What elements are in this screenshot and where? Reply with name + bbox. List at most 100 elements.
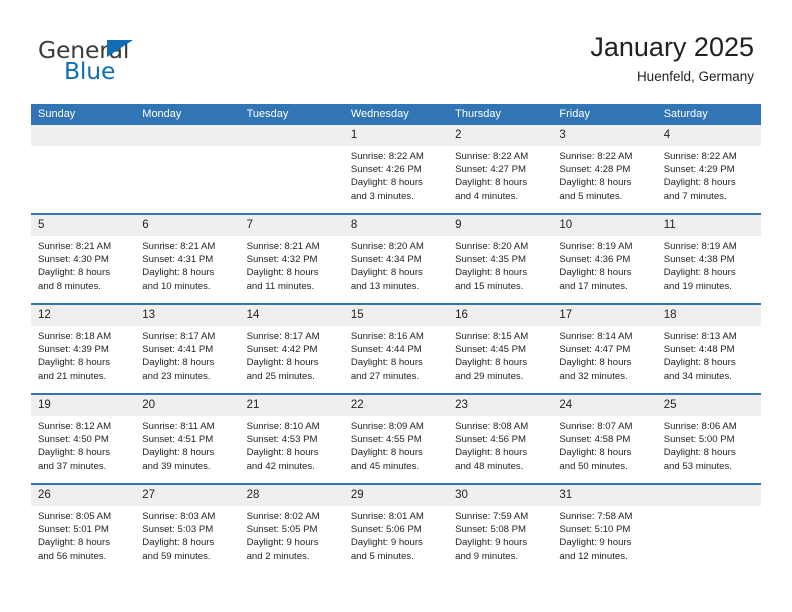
daylight-text-line2: and 29 minutes.	[455, 370, 524, 382]
day-details: Sunrise: 8:14 AM Sunset: 4:47 PM Daylight:…	[552, 326, 656, 383]
day-details: Sunrise: 8:16 AM Sunset: 4:44 PM Daylight:…	[344, 326, 448, 383]
sunrise-text: Sunrise: 8:21 AM	[38, 241, 112, 252]
day-details: Sunrise: 8:22 AM Sunset: 4:29 PM Daylight:…	[657, 146, 761, 203]
sunrise-text: Sunrise: 8:20 AM	[455, 241, 529, 252]
day-number	[135, 125, 240, 146]
daylight-text-line1: Daylight: 8 hours	[455, 357, 528, 369]
calendar-day-cell[interactable]: 6 Sunrise: 8:21 AM Sunset: 4:31 PM Daylight…	[135, 213, 240, 304]
daylight-text-line2: and 34 minutes.	[663, 370, 732, 382]
calendar-day-cell[interactable]: 29 Sunrise: 8:01 AM Sunset: 5:06 PM Dayligh…	[343, 483, 449, 573]
calendar-day-cell[interactable]: 11 Sunrise: 8:19 AM Sunset: 4:38 PM Dayligh…	[656, 213, 761, 304]
page-header: General Blue January 2025 Huenfeld, Germ…	[0, 0, 792, 100]
calendar-day-cell[interactable]: 19 Sunrise: 8:12 AM Sunset: 4:50 PM Dayligh…	[31, 393, 136, 484]
calendar-day-cell[interactable]: 25 Sunrise: 8:06 AM Sunset: 5:00 PM Dayligh…	[656, 393, 761, 484]
daylight-text-line2: and 32 minutes.	[559, 370, 628, 382]
day-details: Sunrise: 8:07 AM Sunset: 4:58 PM Daylight:…	[552, 416, 656, 473]
sunrise-text: Sunrise: 8:19 AM	[559, 241, 633, 252]
calendar-day-cell[interactable]: 1 Sunrise: 8:22 AM Sunset: 4:26 PM Daylight…	[343, 125, 449, 214]
calendar-day-cell[interactable]: 30 Sunrise: 7:59 AM Sunset: 5:08 PM Dayligh…	[448, 483, 553, 573]
logo-text-blue: Blue	[64, 57, 116, 85]
day-details: Sunrise: 8:18 AM Sunset: 4:39 PM Daylight:…	[31, 326, 135, 383]
calendar-day-cell[interactable]: 10 Sunrise: 8:19 AM Sunset: 4:36 PM Dayligh…	[552, 213, 657, 304]
sunset-text: Sunset: 4:28 PM	[559, 164, 631, 176]
calendar-day-cell[interactable]: 28 Sunrise: 8:02 AM Sunset: 5:05 PM Dayligh…	[239, 483, 344, 573]
daylight-text-line2: and 56 minutes.	[38, 550, 107, 562]
daylight-text-line1: Daylight: 8 hours	[246, 357, 319, 369]
day-details: Sunrise: 8:22 AM Sunset: 4:28 PM Daylight:…	[552, 146, 656, 203]
sunrise-text: Sunrise: 8:22 AM	[559, 151, 633, 162]
daylight-text-line1: Daylight: 8 hours	[663, 357, 736, 369]
calendar-week-row: 19 Sunrise: 8:12 AM Sunset: 4:50 PM Dayligh…	[31, 393, 761, 484]
calendar-day-cell[interactable]: 27 Sunrise: 8:03 AM Sunset: 5:03 PM Dayligh…	[135, 483, 240, 573]
calendar-day-cell[interactable]: 2 Sunrise: 8:22 AM Sunset: 4:27 PM Daylight…	[448, 125, 553, 214]
general-blue-logo[interactable]: General Blue	[38, 36, 268, 92]
daylight-text-line2: and 42 minutes.	[246, 460, 315, 472]
daylight-text-line1: Daylight: 8 hours	[455, 177, 528, 189]
daylight-text-line2: and 10 minutes.	[142, 280, 211, 292]
sunset-text: Sunset: 4:50 PM	[38, 434, 109, 446]
sunset-text: Sunset: 5:03 PM	[142, 524, 214, 536]
sunset-text: Sunset: 4:32 PM	[246, 254, 318, 266]
day-details: Sunrise: 8:20 AM Sunset: 4:35 PM Daylight:…	[448, 236, 552, 293]
calendar-day-cell[interactable]: 9 Sunrise: 8:20 AM Sunset: 4:35 PM Daylight…	[448, 213, 553, 304]
day-number: 23	[448, 395, 553, 416]
calendar-day-cell[interactable]: 20 Sunrise: 8:11 AM Sunset: 4:51 PM Dayligh…	[135, 393, 240, 484]
day-number: 26	[31, 485, 136, 506]
calendar-day-cell[interactable]: 13 Sunrise: 8:17 AM Sunset: 4:41 PM Dayligh…	[135, 303, 240, 394]
calendar-day-cell[interactable]: 16 Sunrise: 8:15 AM Sunset: 4:45 PM Dayligh…	[448, 303, 553, 394]
calendar-day-cell[interactable]: 23 Sunrise: 8:08 AM Sunset: 4:56 PM Dayligh…	[448, 393, 553, 484]
daylight-text-line1: Daylight: 8 hours	[350, 447, 423, 459]
calendar-day-cell[interactable]: 14 Sunrise: 8:17 AM Sunset: 4:42 PM Dayligh…	[239, 303, 344, 394]
day-number: 28	[239, 485, 344, 506]
calendar-day-cell[interactable]: 3 Sunrise: 8:22 AM Sunset: 4:28 PM Daylight…	[552, 125, 657, 214]
calendar-day-cell[interactable]: 8 Sunrise: 8:20 AM Sunset: 4:34 PM Daylight…	[343, 213, 449, 304]
daylight-text-line2: and 21 minutes.	[38, 370, 107, 382]
calendar-day-cell[interactable]: 4 Sunrise: 8:22 AM Sunset: 4:29 PM Daylight…	[656, 125, 761, 214]
daylight-text-line2: and 25 minutes.	[246, 370, 315, 382]
daylight-text-line1: Daylight: 9 hours	[350, 537, 423, 549]
day-details: Sunrise: 8:22 AM Sunset: 4:26 PM Daylight:…	[344, 146, 448, 203]
sunrise-text: Sunrise: 7:59 AM	[455, 511, 529, 522]
day-number: 9	[448, 215, 553, 236]
calendar-day-cell[interactable]: 18 Sunrise: 8:13 AM Sunset: 4:48 PM Dayligh…	[656, 303, 761, 394]
calendar-day-cell[interactable]: 22 Sunrise: 8:09 AM Sunset: 4:55 PM Dayligh…	[343, 393, 449, 484]
daylight-text-line2: and 23 minutes.	[142, 370, 211, 382]
day-number: 20	[135, 395, 240, 416]
day-details: Sunrise: 8:19 AM Sunset: 4:36 PM Daylight:…	[552, 236, 656, 293]
day-details: Sunrise: 7:59 AM Sunset: 5:08 PM Daylight:…	[448, 506, 552, 563]
calendar-day-cell[interactable]: 21 Sunrise: 8:10 AM Sunset: 4:53 PM Dayligh…	[239, 393, 344, 484]
day-details: Sunrise: 8:20 AM Sunset: 4:34 PM Daylight:…	[344, 236, 448, 293]
daylight-text-line1: Daylight: 8 hours	[350, 267, 423, 279]
day-number: 31	[552, 485, 657, 506]
day-details: Sunrise: 8:21 AM Sunset: 4:30 PM Daylight:…	[31, 236, 135, 293]
day-number: 14	[239, 305, 344, 326]
calendar-day-cell[interactable]: 7 Sunrise: 8:21 AM Sunset: 4:32 PM Daylight…	[239, 213, 344, 304]
day-number: 4	[656, 125, 761, 146]
daylight-text-line1: Daylight: 8 hours	[142, 267, 215, 279]
sunset-text: Sunset: 4:44 PM	[350, 344, 422, 356]
day-number: 30	[448, 485, 553, 506]
day-details: Sunrise: 7:58 AM Sunset: 5:10 PM Daylight:…	[552, 506, 656, 563]
calendar-day-cell[interactable]: 5 Sunrise: 8:21 AM Sunset: 4:30 PM Daylight…	[31, 213, 136, 304]
calendar-empty-cell	[135, 125, 240, 214]
calendar-day-cell[interactable]: 17 Sunrise: 8:14 AM Sunset: 4:47 PM Dayligh…	[552, 303, 657, 394]
calendar-day-cell[interactable]: 31 Sunrise: 7:58 AM Sunset: 5:10 PM Dayligh…	[552, 483, 657, 573]
day-number: 29	[343, 485, 449, 506]
calendar-day-cell[interactable]: 12 Sunrise: 8:18 AM Sunset: 4:39 PM Dayligh…	[31, 303, 136, 394]
day-number: 12	[31, 305, 136, 326]
daylight-text-line1: Daylight: 8 hours	[142, 537, 215, 549]
day-number: 11	[656, 215, 761, 236]
sunset-text: Sunset: 4:41 PM	[142, 344, 214, 356]
day-number: 8	[343, 215, 449, 236]
sunset-text: Sunset: 4:27 PM	[455, 164, 527, 176]
sunset-text: Sunset: 4:47 PM	[559, 344, 631, 356]
daylight-text-line2: and 11 minutes.	[246, 280, 315, 292]
day-number: 16	[448, 305, 553, 326]
day-number	[656, 485, 761, 506]
calendar-day-cell[interactable]: 24 Sunrise: 8:07 AM Sunset: 4:58 PM Dayligh…	[552, 393, 657, 484]
calendar-week-row: 12 Sunrise: 8:18 AM Sunset: 4:39 PM Dayligh…	[31, 303, 761, 394]
calendar-day-cell[interactable]: 26 Sunrise: 8:05 AM Sunset: 5:01 PM Dayligh…	[31, 483, 136, 573]
calendar-day-cell[interactable]: 15 Sunrise: 8:16 AM Sunset: 4:44 PM Dayligh…	[343, 303, 449, 394]
daylight-text-line1: Daylight: 8 hours	[559, 267, 632, 279]
day-number: 1	[343, 125, 449, 146]
